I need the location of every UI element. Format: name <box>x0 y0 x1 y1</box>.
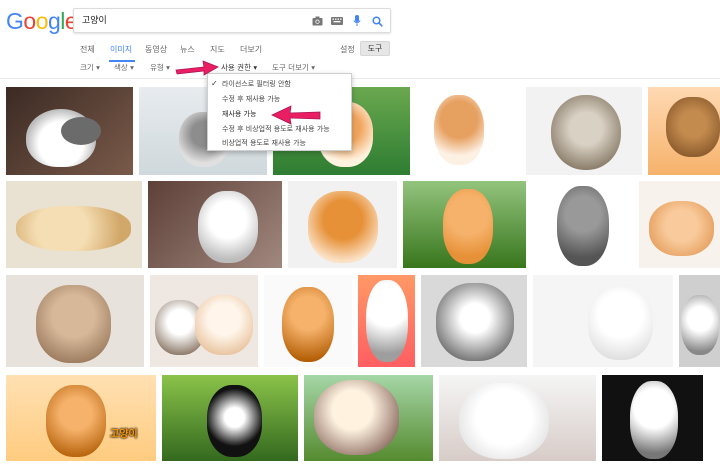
cat-photo <box>282 287 334 362</box>
image-result[interactable] <box>532 181 633 268</box>
tab-videos[interactable]: 동영상 <box>145 44 167 55</box>
logo-letter: g <box>47 8 61 34</box>
image-result[interactable] <box>6 275 144 367</box>
cat-photo <box>681 295 719 355</box>
cat-photo <box>198 191 258 263</box>
cat-photo <box>436 283 514 361</box>
settings-link[interactable]: 설정 <box>340 44 355 55</box>
cat-photo <box>434 95 484 165</box>
google-logo[interactable]: Google <box>6 8 78 34</box>
image-result[interactable] <box>304 375 433 461</box>
search-box[interactable]: 고양이 <box>73 8 391 33</box>
cat-photo <box>557 186 609 266</box>
image-result[interactable] <box>421 275 527 367</box>
keyboard-icon[interactable] <box>331 15 343 27</box>
annotation-arrow <box>175 60 219 76</box>
cat-photo <box>551 95 621 170</box>
search-input[interactable]: 고양이 <box>82 13 107 26</box>
image-result[interactable] <box>533 275 673 367</box>
cat-photo <box>630 381 678 459</box>
tools-button[interactable]: 도구 <box>360 41 390 56</box>
header-divider <box>0 78 720 79</box>
filter-more-tools[interactable]: 도구 더보기 ▾ <box>272 62 315 73</box>
image-result[interactable] <box>679 275 720 367</box>
image-result[interactable] <box>416 87 520 175</box>
image-result[interactable] <box>288 181 397 268</box>
check-icon: ✓ <box>211 79 218 88</box>
image-result[interactable] <box>439 375 596 461</box>
cat-patch <box>61 117 101 145</box>
usage-option-noncommercial[interactable]: 비상업적 용도로 재사용 가능 <box>222 138 306 148</box>
image-result[interactable] <box>6 87 133 175</box>
cat-photo <box>443 189 493 264</box>
logo-letter: o <box>23 8 36 34</box>
cat-photo <box>649 201 714 256</box>
filter-color[interactable]: 색상 ▾ <box>114 62 134 73</box>
image-result[interactable] <box>526 87 642 175</box>
tab-all[interactable]: 전체 <box>80 44 95 55</box>
image-result[interactable] <box>162 375 298 461</box>
filter-usage-rights[interactable]: 사용 권한 ▾ <box>221 62 257 73</box>
logo-letter: G <box>6 8 24 34</box>
camera-icon[interactable] <box>311 15 323 27</box>
usage-option-not-filtered[interactable]: 라이선스로 필터링 안함 <box>222 79 291 89</box>
tab-images[interactable]: 이미지 <box>110 44 132 55</box>
cat-photo <box>314 380 399 455</box>
usage-option-reuse-modification[interactable]: 수정 후 재사용 가능 <box>222 94 280 104</box>
cat-photo <box>588 285 653 360</box>
image-result[interactable] <box>648 87 720 175</box>
image-result[interactable] <box>639 181 720 268</box>
search-icon[interactable] <box>371 15 383 27</box>
image-result[interactable] <box>358 275 415 367</box>
microphone-icon[interactable] <box>351 15 363 27</box>
tab-news[interactable]: 뉴스 <box>180 44 195 55</box>
logo-letter: o <box>35 8 49 34</box>
filter-type[interactable]: 유형 ▾ <box>150 62 170 73</box>
tab-more[interactable]: 더보기 <box>240 44 262 55</box>
filter-size[interactable]: 크기 ▾ <box>80 62 100 73</box>
image-result[interactable] <box>264 275 352 367</box>
cat-photo <box>459 383 549 459</box>
usage-option-reuse[interactable]: 재사용 가능 <box>222 109 256 119</box>
image-result[interactable] <box>602 375 703 461</box>
image-result[interactable] <box>6 181 142 268</box>
cat-photo <box>308 191 378 263</box>
cat-photo <box>207 385 262 457</box>
cat-photo <box>366 280 408 362</box>
tab-maps[interactable]: 지도 <box>210 44 225 55</box>
cat-photo <box>46 385 106 457</box>
image-overlay-text: 고양이 <box>110 429 138 440</box>
cat-photo <box>36 285 111 363</box>
cat-photo <box>16 206 131 251</box>
cat-photo <box>195 295 253 355</box>
cat-photo <box>666 97 720 157</box>
image-result[interactable] <box>403 181 526 268</box>
annotation-arrow <box>271 105 321 125</box>
image-result[interactable] <box>150 275 258 367</box>
image-result[interactable]: 고양이 <box>6 375 156 461</box>
image-result[interactable] <box>148 181 282 268</box>
